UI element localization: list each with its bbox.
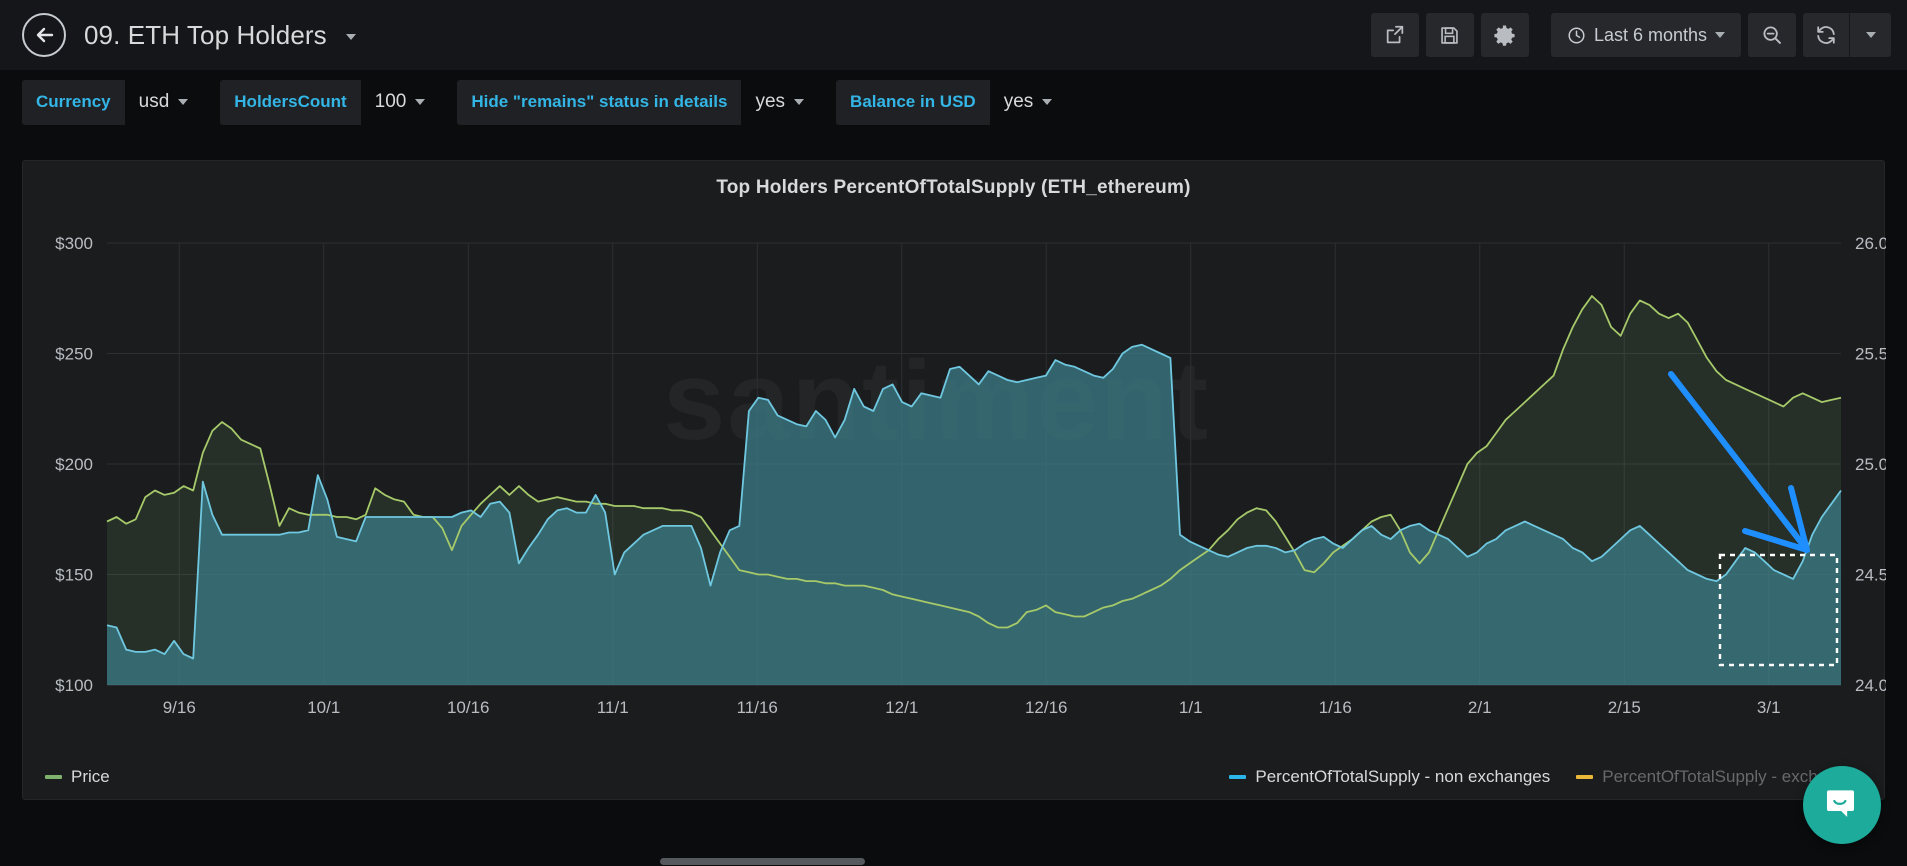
top-navbar: 09. ETH Top Holders Last 6 months [0,0,1907,70]
variable-balance-in-usd-value: yes [1004,91,1034,113]
chevron-down-icon [178,99,188,105]
dashboard-settings-button[interactable] [1481,13,1529,57]
template-variable-bar: Currency usd HoldersCount 100 Hide "rema… [0,70,1907,134]
time-range-label: Last 6 months [1594,25,1707,46]
variable-hide-remains-value: yes [755,91,785,113]
scrollbar-thumb[interactable] [660,858,865,865]
gear-icon [1493,24,1516,47]
zoom-out-button[interactable] [1748,13,1796,57]
refresh-group [1803,13,1891,57]
x-axis-tick: 10/16 [447,698,490,717]
variable-currency-value: usd [139,91,170,113]
x-axis-tick: 11/1 [597,698,629,717]
graph-panel: Top Holders PercentOfTotalSupply (ETH_et… [22,160,1885,800]
clock-icon [1567,26,1586,45]
x-axis-tick: 2/15 [1608,698,1641,717]
variable-holderscount-dropdown[interactable]: 100 [361,80,440,125]
variable-hide-remains-label: Hide "remains" status in details [457,80,741,125]
x-axis-tick: 12/16 [1025,698,1068,717]
variable-hide-remains-dropdown[interactable]: yes [741,80,818,125]
magnifier-minus-icon [1761,24,1783,46]
y-axis-left-tick: $250 [55,345,93,364]
legend-color-swatch [1229,775,1246,779]
save-floppy-icon [1439,25,1460,46]
variable-balance-in-usd-dropdown[interactable]: yes [990,80,1067,125]
refresh-button[interactable] [1803,13,1849,57]
chevron-down-icon [415,99,425,105]
y-axis-left-tick: $200 [55,455,93,474]
chart-svg[interactable]: $100 24.0 $150 24.5 $200 25.0 $250 25.5 $300 26.0… [23,207,1886,749]
refresh-icon [1815,24,1837,46]
back-button[interactable] [22,13,66,57]
plot-area[interactable]: $100 24.0 $150 24.5 $200 25.0 $250 25.5 $300 26.0… [23,207,1886,749]
x-axis-tick: 11/16 [737,698,778,717]
legend-item-label: PercentOfTotalSupply - non exchanges [1255,767,1550,787]
page-title[interactable]: 09. ETH Top Holders [84,20,356,51]
chevron-down-icon [1866,32,1876,38]
legend-item-non-exchanges[interactable]: PercentOfTotalSupply - non exchanges [1229,767,1550,787]
variable-balance-in-usd: Balance in USD yes [836,80,1066,125]
chat-bubble-icon [1822,785,1862,825]
variable-currency-label: Currency [22,80,125,125]
legend-color-swatch [1576,775,1593,779]
chevron-down-icon [1715,32,1725,38]
x-axis-tick: 10/1 [307,698,340,717]
variable-holderscount-label: HoldersCount [220,80,360,125]
share-icon [1384,24,1406,46]
y-axis-left-tick: $300 [55,234,93,253]
variable-balance-in-usd-label: Balance in USD [836,80,990,125]
y-axis-left-tick: $100 [55,676,93,695]
x-axis-tick: 3/1 [1757,698,1781,717]
chart-legend: Price PercentOfTotalSupply - non exchang… [23,767,1886,787]
chevron-down-icon [794,99,804,105]
legend-item-label: Price [71,767,110,787]
intercom-chat-button[interactable] [1803,766,1881,844]
variable-currency: Currency usd [22,80,202,125]
x-axis-tick: 9/16 [163,698,196,717]
panel-title[interactable]: Top Holders PercentOfTotalSupply (ETH_et… [23,161,1884,199]
y-axis-right-tick: 24.0 [1855,676,1886,695]
legend-color-swatch [45,775,62,779]
variable-currency-dropdown[interactable]: usd [125,80,203,125]
variable-holderscount-value: 100 [375,91,407,113]
save-dashboard-button[interactable] [1426,13,1474,57]
x-axis-tick: 12/1 [885,698,918,717]
variable-holderscount: HoldersCount 100 [220,80,439,125]
refresh-interval-button[interactable] [1849,13,1891,57]
variable-hide-remains: Hide "remains" status in details yes [457,80,818,125]
time-range-picker[interactable]: Last 6 months [1551,13,1741,57]
legend-left-group: Price [45,767,110,787]
legend-right-group: PercentOfTotalSupply - non exchanges Per… [1229,767,1864,787]
chevron-down-icon[interactable] [346,34,356,40]
arrow-left-icon [32,23,56,47]
x-axis-tick: 1/1 [1179,698,1203,717]
share-dashboard-button[interactable] [1371,13,1419,57]
dashboard-title-text: 09. ETH Top Holders [84,20,327,50]
x-axis-tick: 1/16 [1319,698,1352,717]
chevron-down-icon [1042,99,1052,105]
x-axis-tick: 2/1 [1468,698,1492,717]
legend-item-price[interactable]: Price [45,767,110,787]
y-axis-right-tick: 26.0 [1855,234,1886,253]
y-axis-right-tick: 25.0 [1855,455,1886,474]
y-axis-left-tick: $150 [55,566,93,585]
y-axis-right-tick: 24.5 [1855,566,1886,585]
horizontal-scrollbar[interactable] [0,857,1907,866]
y-axis-right-tick: 25.5 [1855,345,1886,364]
